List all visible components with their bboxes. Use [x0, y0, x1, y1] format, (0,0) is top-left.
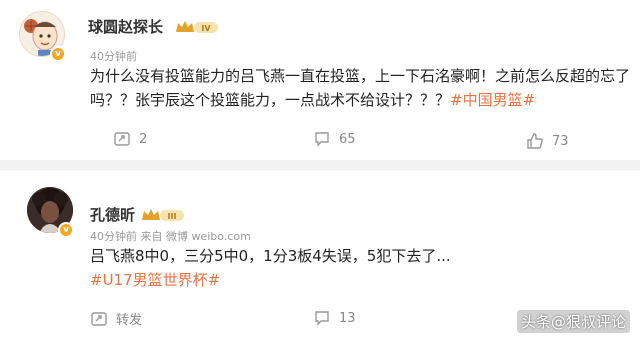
- post-time: 40分钟前: [90, 50, 137, 63]
- svg-text:III: III: [168, 212, 177, 221]
- comment-button[interactable]: 13: [313, 309, 356, 327]
- comment-button[interactable]: 65: [313, 130, 356, 148]
- repost-label: 转发: [116, 313, 143, 328]
- post-body: 吕飞燕8中0，三分5中0，1分3板4失误，5犯下去了...: [90, 247, 451, 265]
- svg-text:IV: IV: [201, 24, 211, 33]
- watermark: 头条@狠叔评论: [516, 310, 630, 333]
- hashtag-link[interactable]: #中国男篮#: [450, 91, 535, 109]
- action-bar: 2 65 73: [0, 128, 640, 152]
- post-time: 40分钟前 来自 微博 weibo.com: [90, 230, 251, 243]
- repost-icon: [91, 311, 107, 326]
- comment-count: 13: [339, 310, 356, 326]
- level-badge-icon: III: [142, 209, 184, 221]
- repost-icon: [114, 132, 130, 146]
- repost-count: 2: [139, 131, 148, 147]
- post-body: 为什么没有投篮能力的吕飞燕一直在投篮，上一下石洺豪啊！之前怎么反超的忘了吗？？张…: [90, 67, 631, 109]
- post-card: v 孔德昕 III 40分钟前 来自 微博 weibo.com 吕飞燕8中0，三…: [0, 171, 640, 339]
- comment-icon: [315, 311, 329, 326]
- verified-badge-icon: v: [58, 222, 74, 238]
- like-button[interactable]: 73: [526, 132, 569, 150]
- verified-badge-icon: v: [50, 46, 66, 62]
- thumbs-up-icon: [527, 133, 543, 149]
- post-text: 吕飞燕8中0，三分5中0，1分3板4失误，5犯下去了... #U17男篮世界杯#: [90, 244, 630, 292]
- comment-icon: [315, 132, 329, 147]
- level-badge-icon: IV: [176, 21, 218, 33]
- username[interactable]: 球圆赵探长: [88, 16, 163, 37]
- hashtag-link[interactable]: #U17男篮世界杯#: [90, 268, 630, 292]
- comment-count: 65: [339, 131, 356, 147]
- post-card: v 球圆赵探长 IV 40分钟前 为什么没有投篮能力的吕飞燕一直在投篮，上一下石…: [0, 0, 640, 160]
- repost-button[interactable]: 转发: [90, 309, 142, 328]
- repost-button[interactable]: 2: [113, 130, 147, 148]
- username[interactable]: 孔德昕: [90, 204, 135, 225]
- post-text: 为什么没有投篮能力的吕飞燕一直在投篮，上一下石洺豪啊！之前怎么反超的忘了吗？？张…: [90, 64, 630, 112]
- like-count: 73: [552, 133, 569, 149]
